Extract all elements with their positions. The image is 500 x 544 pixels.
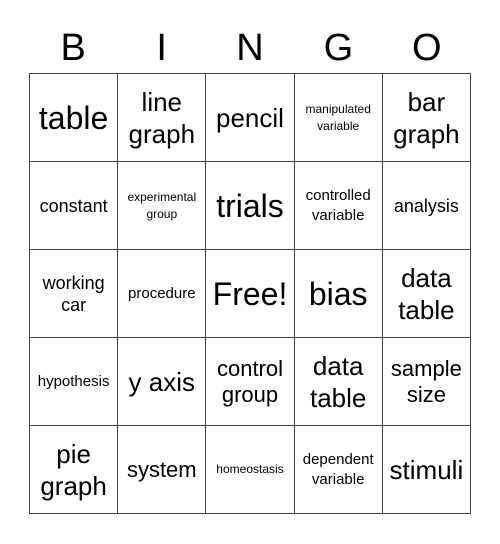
bingo-cell-text: pencil	[216, 102, 284, 133]
header-letter-g: G	[323, 27, 354, 69]
bingo-cell[interactable]: trials	[206, 162, 295, 250]
header-letter-n: N	[236, 27, 264, 69]
bingo-cell-text: procedure	[128, 284, 196, 302]
bingo-cell[interactable]: bias	[294, 250, 383, 338]
bingo-cell-text: manipulated variable	[305, 101, 371, 133]
bingo-cell[interactable]: data table	[382, 250, 471, 338]
bingo-cell[interactable]: manipulated variable	[294, 74, 383, 162]
bingo-cell-text: dependent variable	[302, 450, 374, 488]
bingo-cell-text: analysis	[393, 195, 459, 216]
bingo-cell[interactable]: bar graph	[382, 74, 471, 162]
bingo-cell[interactable]: dependent variable	[294, 426, 383, 514]
header-letter-i: I	[156, 27, 167, 69]
bingo-cell[interactable]: stimuli	[382, 426, 471, 514]
bingo-cell-text: experimental group	[127, 189, 197, 221]
bingo-cell[interactable]: hypothesis	[30, 338, 119, 426]
bingo-cell[interactable]: pie graph	[30, 426, 119, 514]
bingo-cell[interactable]: y axis	[118, 338, 207, 426]
bingo-cell-text: y axis	[128, 366, 196, 397]
bingo-cell[interactable]: table	[30, 74, 119, 162]
bingo-cell-text: Free!	[212, 275, 288, 312]
bingo-cell[interactable]: working car	[30, 250, 119, 338]
bingo-cell-text: line graph	[128, 86, 196, 149]
header-letter-o: O	[412, 27, 442, 69]
bingo-cell-text: data table	[398, 262, 455, 325]
bingo-cell[interactable]: experimental group	[118, 162, 207, 250]
bingo-cell-text: system	[126, 456, 197, 482]
bingo-card: table line graph pencil manipulated variabl…	[29, 73, 471, 514]
bingo-cell-text: table	[38, 99, 109, 136]
bingo-cell-text: trials	[216, 187, 284, 224]
bingo-cell-text: controlled variable	[305, 186, 371, 224]
bingo-cell[interactable]: pencil	[206, 74, 295, 162]
bingo-cell[interactable]: data table	[294, 338, 383, 426]
bingo-cell[interactable]: constant	[30, 162, 119, 250]
bingo-cell-text: working car	[42, 272, 105, 315]
bingo-cell[interactable]: homeostasis	[206, 426, 295, 514]
bingo-cell[interactable]: system	[118, 426, 207, 514]
bingo-cell[interactable]: control group	[206, 338, 295, 426]
bingo-cell-text: stimuli	[389, 454, 464, 485]
bingo-cell[interactable]: analysis	[382, 162, 471, 250]
bingo-cell-text: constant	[39, 195, 108, 216]
bingo-cell-text: data table	[310, 350, 367, 413]
header-letter-b: B	[60, 27, 86, 69]
bingo-cell-text: control group	[216, 355, 284, 407]
bingo-header: B I N G O	[29, 24, 471, 72]
bingo-cell[interactable]: sample size	[382, 338, 471, 426]
bingo-cell[interactable]: procedure	[118, 250, 207, 338]
free-space-cell[interactable]: Free!	[206, 250, 295, 338]
bingo-cell[interactable]: controlled variable	[294, 162, 383, 250]
bingo-cell-text: pie graph	[40, 438, 107, 501]
bingo-cell-text: sample size	[390, 355, 462, 407]
bingo-cell-text: bias	[308, 275, 368, 312]
bingo-cell-text: homeostasis	[216, 462, 284, 476]
bingo-cell-text: bar graph	[393, 86, 460, 149]
bingo-cell-text: hypothesis	[37, 372, 110, 390]
bingo-cell[interactable]: line graph	[118, 74, 207, 162]
